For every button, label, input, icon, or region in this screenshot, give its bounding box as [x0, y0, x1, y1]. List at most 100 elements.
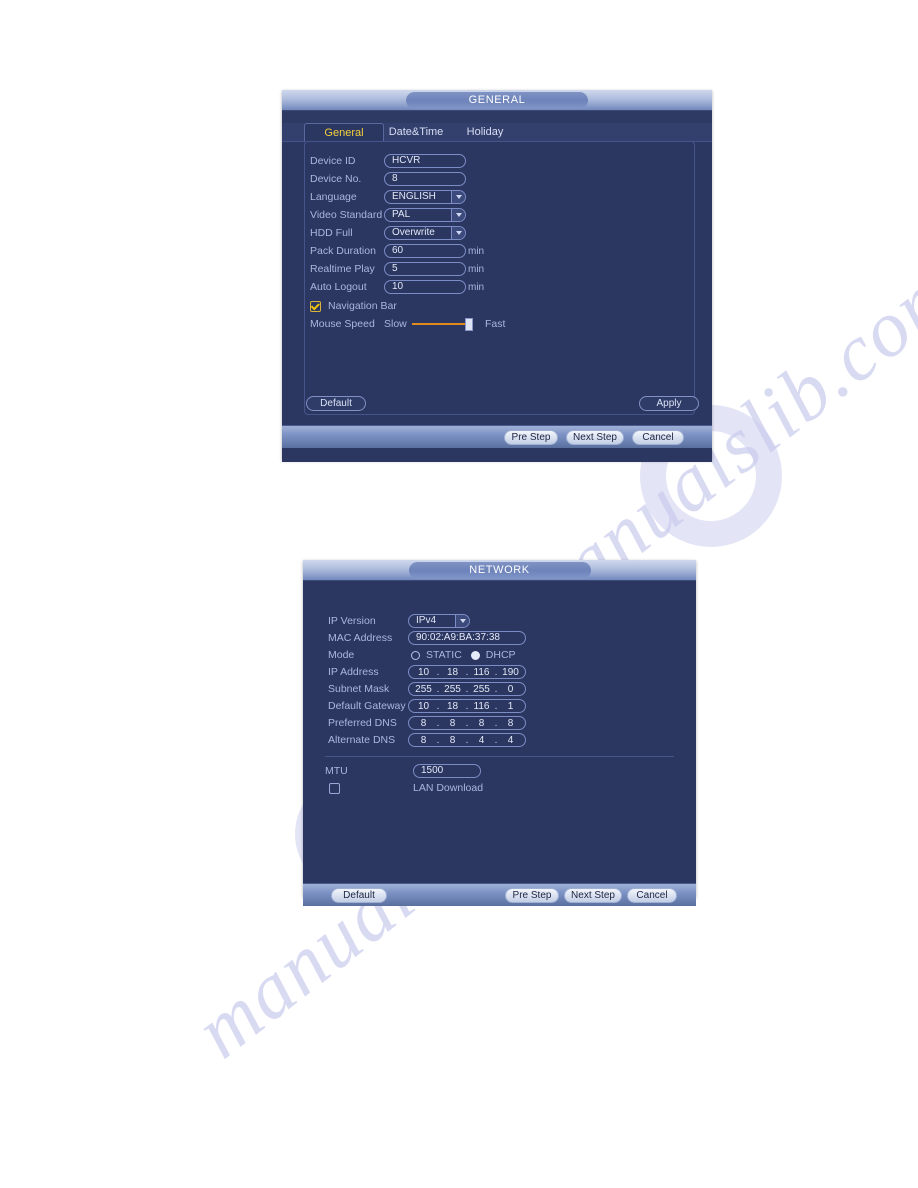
general-dialog-footer: Pre Step Next Step Cancel — [282, 425, 712, 448]
row-mouse-speed: Mouse Speed Slow Fast — [310, 316, 510, 332]
label-mouse-speed: Mouse Speed — [310, 318, 375, 330]
label-device-id: Device ID — [310, 155, 356, 167]
label-mode-dhcp: DHCP — [485, 649, 516, 661]
chevron-down-icon[interactable] — [451, 209, 465, 221]
default-gateway-octet-3[interactable]: 116 — [471, 701, 492, 712]
tab-date-time[interactable]: Date&Time — [374, 124, 458, 141]
pre-step-button[interactable]: Pre Step — [505, 887, 559, 903]
next-step-button[interactable]: Next Step — [566, 429, 624, 445]
row-alternate-dns: Alternate DNS 8 . 8 . 4 . 4 — [328, 732, 526, 748]
ip-address-octet-1[interactable]: 10 — [413, 667, 434, 678]
default-gateway-octet-2[interactable]: 18 — [442, 701, 463, 712]
row-ip-address: IP Address 10 . 18 . 116 . 190 — [328, 664, 526, 680]
row-subnet-mask: Subnet Mask 255 . 255 . 255 . 0 — [328, 681, 526, 697]
general-panel: Device ID HCVR Device No. 8 Language ENG… — [282, 141, 712, 462]
row-default-gateway: Default Gateway 10 . 18 . 116 . 1 — [328, 698, 526, 714]
cancel-button[interactable]: Cancel — [627, 887, 677, 903]
network-panel: IP Version IPv4 MAC Address 90:02:A9:BA:… — [303, 581, 696, 906]
slider-mouse-speed[interactable] — [412, 318, 473, 331]
row-preferred-dns: Preferred DNS 8 . 8 . 8 . 8 — [328, 715, 526, 731]
preferred-dns-octet-1[interactable]: 8 — [413, 718, 434, 729]
ip-dot: . — [436, 683, 440, 695]
tab-general[interactable]: General — [304, 123, 384, 142]
unit-auto-logout: min — [468, 281, 485, 293]
label-device-no: Device No. — [310, 173, 362, 185]
default-gateway-octet-4[interactable]: 1 — [500, 701, 521, 712]
subnet-mask-octet-4[interactable]: 0 — [500, 684, 521, 695]
unit-realtime-play: min — [468, 263, 485, 275]
preferred-dns-octet-4[interactable]: 8 — [500, 718, 521, 729]
ip-dot: . — [494, 700, 498, 712]
subnet-mask-octet-2[interactable]: 255 — [442, 684, 463, 695]
label-realtime-play: Realtime Play — [310, 263, 375, 275]
input-mac-address: 90:02:A9:BA:37:38 — [408, 631, 526, 645]
ip-address-octet-4[interactable]: 190 — [500, 667, 521, 678]
select-language[interactable]: ENGLISH — [384, 190, 466, 204]
radio-dhcp[interactable] — [470, 650, 480, 660]
alternate-dns-octet-3[interactable]: 4 — [471, 735, 492, 746]
default-button[interactable]: Default — [331, 887, 387, 903]
radio-static[interactable] — [411, 650, 420, 660]
general-dialog-titlebar: GENERAL — [282, 90, 712, 111]
chevron-down-icon[interactable] — [451, 191, 465, 203]
checkbox-navigation-bar[interactable] — [310, 300, 321, 312]
row-navigation-bar[interactable]: Navigation Bar — [310, 298, 397, 314]
input-pack-duration[interactable]: 60 — [384, 244, 466, 258]
alternate-dns-octet-1[interactable]: 8 — [413, 735, 434, 746]
tab-holiday[interactable]: Holiday — [450, 124, 520, 141]
ip-dot: . — [494, 717, 498, 729]
select-hdd-full[interactable]: Overwrite — [384, 226, 466, 240]
network-settings-dialog: NETWORK IP Version IPv4 MAC Address 90:0… — [303, 560, 696, 906]
preferred-dns-octet-3[interactable]: 8 — [471, 718, 492, 729]
label-mode-static: STATIC — [426, 649, 462, 661]
row-language: Language ENGLISH — [310, 189, 466, 205]
input-subnet-mask[interactable]: 255 . 255 . 255 . 0 — [408, 682, 526, 696]
select-hdd-full-value: Overwrite — [392, 227, 435, 238]
input-mtu[interactable]: 1500 — [413, 764, 481, 778]
pre-step-button[interactable]: Pre Step — [504, 429, 558, 445]
ip-dot: . — [436, 666, 440, 678]
subnet-mask-octet-1[interactable]: 255 — [413, 684, 434, 695]
ip-address-octet-3[interactable]: 116 — [471, 667, 492, 678]
label-auto-logout: Auto Logout — [310, 281, 367, 293]
label-mouse-speed-slow: Slow — [384, 318, 407, 330]
label-navigation-bar: Navigation Bar — [328, 300, 397, 312]
ip-address-octet-2[interactable]: 18 — [442, 667, 463, 678]
input-ip-address[interactable]: 10 . 18 . 116 . 190 — [408, 665, 526, 679]
slider-mouse-speed-handle[interactable] — [465, 318, 473, 331]
default-gateway-octet-1[interactable]: 10 — [413, 701, 434, 712]
input-default-gateway[interactable]: 10 . 18 . 116 . 1 — [408, 699, 526, 713]
ip-dot: . — [465, 666, 469, 678]
general-dialog-tabstrip: General Date&Time Holiday — [282, 123, 712, 142]
ip-dot: . — [465, 700, 469, 712]
label-lan-download: LAN Download — [413, 782, 484, 794]
input-device-id[interactable]: HCVR — [384, 154, 466, 168]
ip-dot: . — [465, 734, 469, 746]
cancel-button[interactable]: Cancel — [632, 429, 684, 445]
alternate-dns-octet-2[interactable]: 8 — [442, 735, 463, 746]
chevron-down-icon[interactable] — [455, 615, 469, 627]
ip-dot: . — [436, 700, 440, 712]
select-ip-version[interactable]: IPv4 — [408, 614, 470, 628]
alternate-dns-octet-4[interactable]: 4 — [500, 735, 521, 746]
row-lan-download[interactable]: LAN Download — [325, 780, 483, 796]
input-alternate-dns[interactable]: 8 . 8 . 4 . 4 — [408, 733, 526, 747]
ip-dot: . — [494, 734, 498, 746]
label-ip-address: IP Address — [328, 666, 379, 678]
subnet-mask-octet-3[interactable]: 255 — [471, 684, 492, 695]
input-auto-logout[interactable]: 10 — [384, 280, 466, 294]
chevron-down-icon[interactable] — [451, 227, 465, 239]
apply-button[interactable]: Apply — [639, 396, 699, 411]
select-video-standard[interactable]: PAL — [384, 208, 466, 222]
next-step-button[interactable]: Next Step — [564, 887, 622, 903]
input-realtime-play[interactable]: 5 — [384, 262, 466, 276]
checkbox-lan-download[interactable] — [329, 782, 340, 794]
input-preferred-dns[interactable]: 8 . 8 . 8 . 8 — [408, 716, 526, 730]
preferred-dns-octet-2[interactable]: 8 — [442, 718, 463, 729]
input-device-no[interactable]: 8 — [384, 172, 466, 186]
row-video-standard: Video Standard PAL — [310, 207, 466, 223]
label-subnet-mask: Subnet Mask — [328, 683, 390, 695]
default-button[interactable]: Default — [306, 396, 366, 411]
ip-dot: . — [436, 734, 440, 746]
label-hdd-full: HDD Full — [310, 227, 353, 239]
